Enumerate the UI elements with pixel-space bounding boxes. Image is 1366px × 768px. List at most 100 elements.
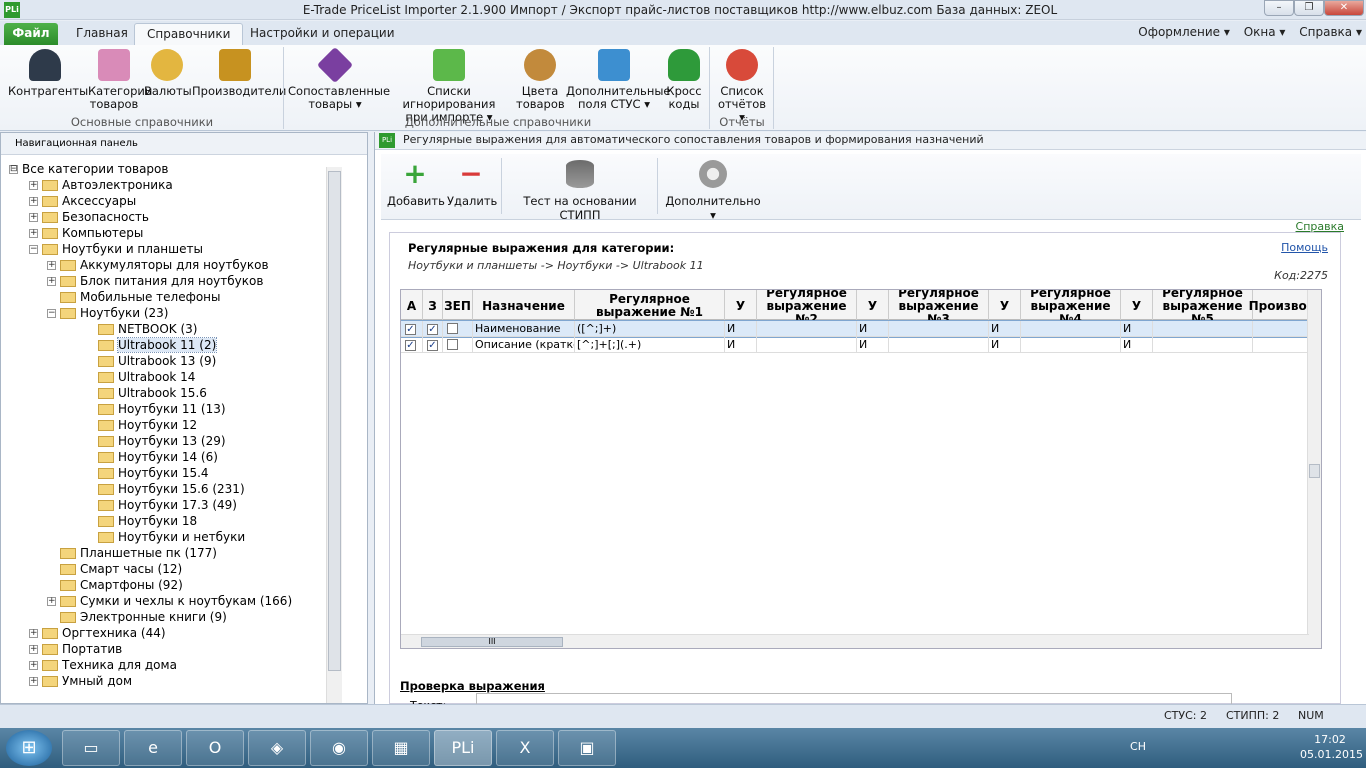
expand-icon[interactable]: + bbox=[29, 181, 38, 190]
tree-node[interactable]: Ноутбуки 11 (13) bbox=[85, 401, 226, 417]
column-header[interactable]: Регулярное выражение №4 bbox=[1021, 290, 1121, 325]
column-header[interactable]: У bbox=[857, 290, 889, 320]
expand-icon[interactable]: + bbox=[29, 661, 38, 670]
tree-node[interactable]: − Ноутбуки и планшеты bbox=[29, 241, 203, 257]
taskbar-app[interactable]: ◉ bbox=[310, 730, 368, 766]
expand-icon[interactable]: + bbox=[29, 213, 38, 222]
tree-node[interactable]: + Умный дом bbox=[29, 673, 132, 689]
tab-file[interactable]: Файл bbox=[4, 23, 58, 45]
grid-cell[interactable]: Наименование bbox=[473, 321, 575, 337]
ribbon-button-matched-goods[interactable]: Сопоставленные товары ▾ bbox=[288, 46, 390, 111]
taskbar-app[interactable]: ▭ bbox=[62, 730, 120, 766]
ribbon-button-extra-fields[interactable]: Дополнительные поля СТУС ▾ bbox=[566, 49, 671, 111]
taskbar-app[interactable]: ▦ bbox=[372, 730, 430, 766]
tree-node[interactable]: Планшетные пк (177) bbox=[47, 545, 217, 561]
grid-cell[interactable]: ([^;]+) bbox=[575, 321, 725, 337]
menu-windows[interactable]: Окна ▾ bbox=[1244, 25, 1286, 39]
tree-node[interactable]: NETBOOK (3) bbox=[85, 321, 197, 337]
scrollbar-thumb[interactable] bbox=[328, 171, 341, 671]
grid-cell[interactable] bbox=[1021, 337, 1121, 353]
grid-horizontal-scrollbar[interactable]: III bbox=[401, 634, 1309, 648]
tree-node[interactable]: − Ноутбуки (23) bbox=[47, 305, 168, 321]
tree-node[interactable]: Ноутбуки 13 (29) bbox=[85, 433, 226, 449]
expand-icon[interactable]: + bbox=[29, 677, 38, 686]
grid-cell[interactable]: И bbox=[857, 337, 889, 353]
ribbon-button-currencies[interactable]: Валюты bbox=[144, 49, 192, 98]
tree-node[interactable]: Ноутбуки 14 (6) bbox=[85, 449, 218, 465]
tree-node[interactable]: + Техника для дома bbox=[29, 657, 177, 673]
menu-help[interactable]: Справка ▾ bbox=[1299, 25, 1362, 39]
tree-node[interactable]: Смарт часы (12) bbox=[47, 561, 182, 577]
add-button[interactable]: + Добавить bbox=[387, 160, 445, 209]
tree-node[interactable]: Мобильные телефоны bbox=[47, 289, 221, 305]
tree-node[interactable]: + Компьютеры bbox=[29, 225, 143, 241]
tree-node[interactable]: + Автоэлектроника bbox=[29, 177, 173, 193]
scrollbar-thumb[interactable] bbox=[1309, 464, 1320, 478]
menu-design[interactable]: Оформление ▾ bbox=[1138, 25, 1230, 39]
start-button[interactable]: ⊞ bbox=[6, 730, 52, 766]
minimize-button[interactable]: – bbox=[1264, 0, 1294, 16]
grid-checkbox-cell[interactable]: ✓ bbox=[401, 337, 423, 353]
checkbox[interactable] bbox=[447, 339, 458, 350]
taskbar-app[interactable]: O bbox=[186, 730, 244, 766]
checkbox[interactable]: ✓ bbox=[427, 324, 438, 335]
checkbox[interactable]: ✓ bbox=[405, 340, 416, 351]
tree-node[interactable]: + Аккумуляторы для ноутбуков bbox=[47, 257, 269, 273]
column-header[interactable]: У bbox=[1121, 290, 1153, 320]
tree-node[interactable]: Ноутбуки 17.3 (49) bbox=[85, 497, 237, 513]
column-header[interactable]: ЗЕП bbox=[443, 290, 473, 320]
scrollbar-thumb[interactable]: III bbox=[421, 637, 563, 647]
grid-cell[interactable]: И bbox=[989, 337, 1021, 353]
grid-checkbox-cell[interactable]: ✓ bbox=[423, 337, 443, 353]
tree-node[interactable]: Ultrabook 15.6 bbox=[85, 385, 207, 401]
grid-cell[interactable] bbox=[757, 337, 857, 353]
column-header[interactable]: Производ bbox=[1249, 290, 1316, 320]
tree-node[interactable]: + Аксессуары bbox=[29, 193, 136, 209]
taskbar-app[interactable]: ◈ bbox=[248, 730, 306, 766]
more-button[interactable]: Дополнительно ▾ bbox=[663, 160, 763, 222]
help-link-panel[interactable]: Помощь bbox=[1281, 241, 1328, 254]
grid-cell[interactable]: И bbox=[725, 337, 757, 353]
grid-cell[interactable]: И bbox=[725, 321, 757, 337]
table-row[interactable]: ✓✓Описание (краткое[^;]+[;](.+)ИИИИ bbox=[401, 337, 1315, 353]
ribbon-button-cross-codes[interactable]: Кросс коды bbox=[664, 49, 704, 111]
taskbar-app[interactable]: PLi bbox=[434, 730, 492, 766]
taskbar-app[interactable]: X bbox=[496, 730, 554, 766]
column-header[interactable]: З bbox=[423, 290, 443, 320]
check-expression-section[interactable]: Проверка выражения bbox=[400, 679, 545, 693]
grid-cell[interactable] bbox=[1153, 337, 1253, 353]
tree-node[interactable]: Электронные книги (9) bbox=[47, 609, 227, 625]
column-header[interactable]: У bbox=[725, 290, 757, 320]
checkbox[interactable]: ✓ bbox=[405, 324, 416, 335]
column-header[interactable]: Регулярное выражение №5 bbox=[1153, 290, 1253, 325]
tree-node[interactable]: Ноутбуки 18 bbox=[85, 513, 197, 529]
tab-references[interactable]: Справочники bbox=[134, 23, 244, 45]
column-header[interactable]: Регулярное выражение №3 bbox=[889, 290, 989, 325]
grid-cell[interactable] bbox=[1253, 337, 1313, 353]
grid-cell[interactable]: И bbox=[857, 321, 889, 337]
grid-cell[interactable]: И bbox=[989, 321, 1021, 337]
ribbon-button-reports[interactable]: Список отчётов ▾ bbox=[714, 49, 770, 124]
tab-main[interactable]: Главная bbox=[64, 23, 140, 45]
expand-icon[interactable]: + bbox=[29, 229, 38, 238]
collapse-icon[interactable]: − bbox=[29, 245, 38, 254]
ribbon-button-ignore-lists[interactable]: Списки игнорирования при импорте ▾ bbox=[384, 49, 514, 124]
expand-icon[interactable]: + bbox=[29, 197, 38, 206]
grid-cell[interactable]: И bbox=[1121, 321, 1153, 337]
collapse-icon[interactable]: ⊟ bbox=[9, 165, 18, 174]
tab-settings-operations[interactable]: Настройки и операции bbox=[238, 23, 407, 45]
close-button[interactable]: ✕ bbox=[1324, 0, 1364, 16]
grid-cell[interactable] bbox=[889, 337, 989, 353]
tree-node[interactable]: Смартфоны (92) bbox=[47, 577, 183, 593]
grid-cell[interactable] bbox=[757, 321, 857, 337]
tree-node[interactable]: + Сумки и чехлы к ноутбукам (166) bbox=[47, 593, 292, 609]
grid-cell[interactable]: [^;]+[;](.+) bbox=[575, 337, 725, 353]
grid-cell[interactable]: Описание (краткое bbox=[473, 337, 575, 353]
tree-node[interactable]: Ноутбуки и нетбуки bbox=[85, 529, 245, 545]
clock[interactable]: 17:02 05.01.2015 bbox=[1300, 732, 1363, 762]
table-row[interactable]: ✓ ✓ Наименование ([^;]+) И И И И bbox=[401, 320, 1316, 338]
tree-node[interactable]: + Оргтехника (44) bbox=[29, 625, 166, 641]
tree-node[interactable]: Ноутбуки 15.4 bbox=[85, 465, 209, 481]
checkbox[interactable] bbox=[447, 323, 458, 334]
grid-checkbox-cell[interactable]: ✓ bbox=[423, 321, 443, 337]
